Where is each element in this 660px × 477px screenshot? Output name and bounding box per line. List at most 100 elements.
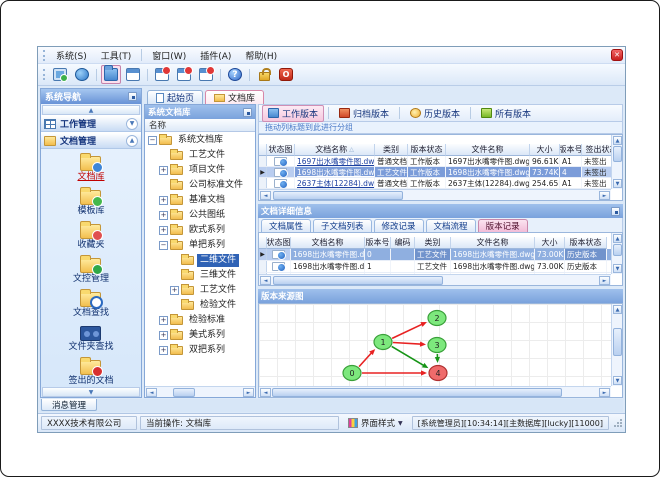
detail-tab-2[interactable]: 子文档列表: [313, 219, 372, 232]
version-node-2[interactable]: 2: [427, 309, 447, 327]
tab-message-management[interactable]: 消息管理: [41, 399, 98, 411]
column-header[interactable]: 大小: [535, 237, 565, 249]
scroll-left-arrow[interactable]: ◄: [260, 191, 271, 200]
collapse-minus-icon[interactable]: −: [148, 136, 157, 145]
scroll-up-arrow[interactable]: ▲: [613, 305, 622, 314]
tab-start-page[interactable]: 起始页: [147, 90, 204, 104]
pin-icon[interactable]: [128, 92, 137, 101]
scroll-right-arrow[interactable]: ►: [599, 276, 610, 285]
toolbar-button-help[interactable]: [225, 65, 245, 84]
tree-item[interactable]: 三维文件: [145, 268, 255, 283]
column-header[interactable]: 类别: [375, 144, 408, 156]
expand-plus-icon[interactable]: +: [159, 346, 168, 355]
menu-item-1[interactable]: 系统(S): [49, 48, 94, 63]
sidebar-scroll-down[interactable]: ▼: [42, 387, 140, 397]
tree-item[interactable]: + 欧式系列: [145, 223, 255, 238]
scroll-left-arrow[interactable]: ◄: [146, 388, 157, 397]
toolbar-button-window-layout[interactable]: [123, 65, 143, 84]
toolbar-button-monitor[interactable]: [50, 65, 70, 84]
detail-tab-1[interactable]: 文档属性: [261, 219, 312, 232]
scroll-down-arrow[interactable]: ▼: [613, 376, 622, 385]
tree-item[interactable]: 公司标准文件: [145, 178, 255, 193]
scrollbar-thumb[interactable]: [613, 146, 622, 162]
sidebar-scroll-up[interactable]: ▲: [42, 105, 140, 115]
chevron-up-icon[interactable]: ▲: [126, 134, 138, 147]
expand-plus-icon[interactable]: +: [170, 286, 179, 295]
vertical-scrollbar[interactable]: ▲ ▼: [611, 233, 622, 274]
group-by-bar[interactable]: 拖动列标题到此进行分组: [258, 122, 623, 134]
scrollbar-thumb[interactable]: [613, 328, 622, 356]
vertical-scrollbar[interactable]: ▲ ▼: [611, 135, 622, 189]
table-row[interactable]: 1698出水嘴零件图.dwg1工艺文件1698出水嘴零件图.dwg73.00KB…: [259, 261, 611, 273]
interface-style-button[interactable]: 界面样式 ▼: [342, 416, 409, 430]
resize-grip[interactable]: [614, 419, 622, 427]
column-header[interactable]: 文件名称: [446, 144, 530, 156]
table-row[interactable]: ▶ 1698出水嘴零件图.dwg 工艺文件 工作版本 1698出水嘴零件图.dwg 73.…: [259, 167, 611, 178]
column-header[interactable]: 签出状态: [582, 144, 611, 156]
version-node-0[interactable]: 0: [342, 364, 362, 382]
menu-item-3[interactable]: 窗口(W): [145, 48, 193, 63]
toolbar-button-window-remove[interactable]: [174, 65, 194, 84]
column-header[interactable]: 文档名称: [291, 237, 365, 249]
tab-document-library[interactable]: 文档库: [205, 90, 265, 104]
sidebar-item-docsearch[interactable]: 文档查找: [73, 288, 109, 322]
column-header[interactable]: 编码: [391, 237, 415, 249]
expand-plus-icon[interactable]: +: [159, 166, 168, 175]
sidebar-group-2[interactable]: 文档管理 ▲: [41, 132, 141, 149]
tree-item[interactable]: 二维文件: [145, 253, 255, 268]
toolbar-button-globe[interactable]: [72, 65, 92, 84]
tree-item[interactable]: 检验文件: [145, 298, 255, 313]
history-version-button[interactable]: 历史版本: [404, 105, 466, 122]
document-name-link[interactable]: 1697出水嘴零件图.dwg: [297, 156, 374, 166]
horizontal-scrollbar[interactable]: ◄ ►: [259, 274, 611, 285]
scrollbar-thumb[interactable]: [273, 191, 403, 200]
tree-item[interactable]: + 双把系列: [145, 343, 255, 358]
scroll-left-arrow[interactable]: ◄: [260, 388, 271, 397]
table-row[interactable]: 2637主体(12284).dwg 普通文档 工作版本 2637主体(12284).d…: [259, 178, 611, 189]
scroll-up-arrow[interactable]: ▲: [613, 136, 622, 145]
expand-plus-icon[interactable]: +: [159, 196, 168, 205]
close-icon[interactable]: ✕: [611, 49, 623, 61]
tree-item[interactable]: + 公共图纸: [145, 208, 255, 223]
column-header[interactable]: 文件名称: [451, 237, 535, 249]
menu-item-2[interactable]: 工具(T): [94, 48, 139, 63]
tree-item[interactable]: − 单把系列: [145, 238, 255, 253]
table-row[interactable]: ▶1698出水嘴零件图.dwg0工艺文件1698出水嘴零件图.dwg73.00K…: [259, 249, 611, 261]
scroll-down-arrow[interactable]: ▼: [613, 264, 622, 273]
column-header[interactable]: 文档名称 △: [295, 144, 375, 156]
work-version-button[interactable]: 工作版本: [262, 104, 325, 122]
scroll-up-arrow[interactable]: ▲: [613, 234, 622, 243]
all-version-button[interactable]: 所有版本: [475, 105, 537, 122]
column-header[interactable]: 版本状态: [408, 144, 446, 156]
table-row[interactable]: 1697出水嘴零件图.dwg 普通文档 工作版本 1697出水嘴零件图.dwg 96.6…: [259, 156, 611, 167]
version-node-3[interactable]: 3: [427, 336, 447, 354]
horizontal-scrollbar[interactable]: ◄ ►: [145, 386, 255, 397]
expand-plus-icon[interactable]: +: [159, 211, 168, 220]
expand-plus-icon[interactable]: +: [159, 226, 168, 235]
column-header[interactable]: 大小: [530, 144, 560, 156]
sidebar-item-foldersearch[interactable]: 文件夹查找: [68, 322, 114, 356]
document-name-link[interactable]: 2637主体(12284).dwg: [297, 178, 374, 188]
tree-item[interactable]: + 基准文档: [145, 193, 255, 208]
tree-item[interactable]: − 系统文档库: [145, 133, 255, 148]
scrollbar-thumb[interactable]: [272, 388, 562, 397]
grip-handle[interactable]: [43, 69, 46, 80]
vertical-scrollbar[interactable]: ▲ ▼: [611, 304, 622, 386]
tree-item[interactable]: + 工艺文件: [145, 283, 255, 298]
expand-plus-icon[interactable]: +: [159, 331, 168, 340]
version-node-1[interactable]: 1: [373, 333, 393, 351]
column-header[interactable]: 状态图: [267, 144, 295, 156]
sidebar-group-1[interactable]: 工作管理 ▼: [41, 115, 141, 132]
tree-column-header[interactable]: 名称: [145, 119, 255, 132]
tree-item[interactable]: + 检验标准: [145, 313, 255, 328]
tree-item[interactable]: + 美式系列: [145, 328, 255, 343]
scrollbar-thumb[interactable]: [173, 388, 195, 397]
tree-item[interactable]: 工艺文件: [145, 148, 255, 163]
scroll-right-arrow[interactable]: ►: [243, 388, 254, 397]
document-name-link[interactable]: 1698出水嘴零件图.dwg: [297, 167, 374, 177]
detail-tab-5[interactable]: 版本记录: [477, 219, 528, 232]
menu-item-4[interactable]: 插件(A): [193, 48, 238, 63]
archive-version-button[interactable]: 归档版本: [333, 105, 395, 122]
sidebar-item-template[interactable]: 模板库: [77, 186, 105, 220]
column-header[interactable]: 版本号: [560, 144, 582, 156]
